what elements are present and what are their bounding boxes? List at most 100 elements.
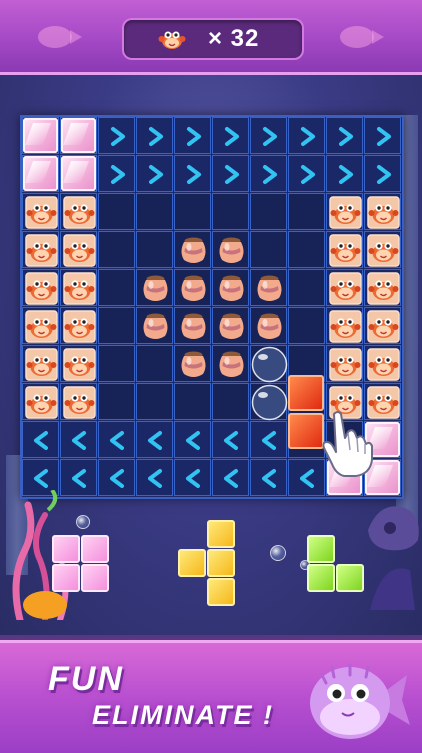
- board-cell-empty: [136, 383, 173, 420]
- arrow-right-icon: [98, 155, 135, 192]
- crab-goal-counter: × 32: [122, 18, 304, 60]
- crab-tile-icon: [60, 383, 97, 420]
- slogan-line-2: ELIMINATE !: [92, 700, 274, 730]
- pointing-hand-icon: [322, 411, 373, 477]
- board-cell-empty: [98, 383, 135, 420]
- arrow-right-icon: [136, 155, 173, 192]
- pufferfish-icon: [310, 663, 410, 739]
- board-cell-empty: [174, 193, 211, 230]
- crab-tile-icon: [22, 193, 59, 230]
- yellow-block: [207, 549, 235, 577]
- slogan-line-1: FUN: [48, 660, 124, 698]
- arrow-left-icon: [212, 459, 249, 496]
- board-cell-pink: [22, 155, 59, 192]
- board-cell-empty: [288, 269, 325, 306]
- arrow-right-icon: [288, 117, 325, 154]
- arrow-right-icon: [250, 117, 287, 154]
- crab-icon: [158, 31, 186, 49]
- jar-tile-icon: [212, 345, 249, 382]
- crab-tile-icon: [364, 345, 401, 382]
- fish-decoration-icon: [340, 26, 384, 48]
- crab-tile-icon: [326, 193, 363, 230]
- jar-tile-icon: [174, 307, 211, 344]
- arrow-left-icon: [174, 459, 211, 496]
- jar-tile-icon: [212, 307, 249, 344]
- fish-decoration-icon: [38, 26, 82, 48]
- arrow-right-icon: [212, 117, 249, 154]
- arrow-right-icon: [136, 117, 173, 154]
- crab-tile-icon: [60, 193, 97, 230]
- arrow-right-icon: [326, 155, 363, 192]
- green-block: [336, 564, 364, 592]
- jar-tile-icon: [212, 231, 249, 268]
- arrow-right-icon: [288, 155, 325, 192]
- jar-tile-icon: [136, 307, 173, 344]
- arrow-right-icon: [174, 155, 211, 192]
- board-cell-empty: [174, 383, 211, 420]
- bubble-tile-icon: [250, 383, 288, 421]
- board-cell-empty: [98, 231, 135, 268]
- crab-tile-icon: [60, 269, 97, 306]
- arrow-left-icon: [212, 421, 249, 458]
- jar-tile-icon: [174, 231, 211, 268]
- arrow-left-icon: [60, 421, 97, 458]
- crab-tile-icon: [326, 307, 363, 344]
- crab-tile-icon: [22, 307, 59, 344]
- crab-tile-icon: [326, 231, 363, 268]
- pink-crystal-block: [23, 118, 58, 153]
- jar-tile-icon: [136, 269, 173, 306]
- board-cell-empty: [288, 231, 325, 268]
- bubble-tile-icon: [250, 345, 288, 383]
- pink-crystal-block: [61, 118, 96, 153]
- yellow-block: [207, 578, 235, 606]
- board-cell-empty: [212, 383, 249, 420]
- jar-tile-icon: [174, 345, 211, 382]
- board-cell-empty: [98, 193, 135, 230]
- bubble-decoration: [270, 545, 286, 561]
- pink-block: [81, 564, 109, 592]
- green-block: [307, 564, 335, 592]
- pink-crystal-block: [61, 156, 96, 191]
- bubble-decoration: [76, 515, 90, 529]
- board-cell-empty: [288, 193, 325, 230]
- board-cell-empty: [212, 193, 249, 230]
- crab-tile-icon: [326, 345, 363, 382]
- board-cell-empty: [250, 193, 287, 230]
- rock-decoration: [368, 506, 419, 610]
- arrow-left-icon: [250, 459, 287, 496]
- top-bar: × 32: [0, 0, 422, 75]
- arrow-left-icon: [136, 459, 173, 496]
- pink-block: [52, 564, 80, 592]
- board-cell-empty: [288, 307, 325, 344]
- crab-tile-icon: [22, 231, 59, 268]
- arrow-left-icon: [98, 421, 135, 458]
- jar-tile-icon: [212, 269, 249, 306]
- pink-block: [81, 535, 109, 563]
- board-cell-empty: [98, 269, 135, 306]
- crab-tile-icon: [364, 231, 401, 268]
- arrow-right-icon: [326, 117, 363, 154]
- arrow-left-icon: [22, 421, 59, 458]
- board-cell-pink: [22, 117, 59, 154]
- crab-tile-icon: [22, 345, 59, 382]
- red-block: [288, 375, 324, 412]
- crab-tile-icon: [364, 269, 401, 306]
- yellow-block: [207, 520, 235, 548]
- board-cell-pink: [60, 117, 97, 154]
- board-cell-empty: [136, 193, 173, 230]
- board-cell-empty: [136, 345, 173, 382]
- pink-crystal-block: [23, 156, 58, 191]
- crab-tile-icon: [60, 307, 97, 344]
- green-block: [307, 535, 335, 563]
- crab-tile-icon: [326, 269, 363, 306]
- jar-tile-icon: [250, 269, 287, 306]
- arrow-right-icon: [212, 155, 249, 192]
- yellow-block: [178, 549, 206, 577]
- arrow-right-icon: [174, 117, 211, 154]
- crab-tile-icon: [22, 383, 59, 420]
- pink-block: [52, 535, 80, 563]
- crab-tile-icon: [60, 231, 97, 268]
- arrow-right-icon: [364, 117, 401, 154]
- arrow-right-icon: [98, 117, 135, 154]
- crab-count-text: × 32: [208, 25, 260, 52]
